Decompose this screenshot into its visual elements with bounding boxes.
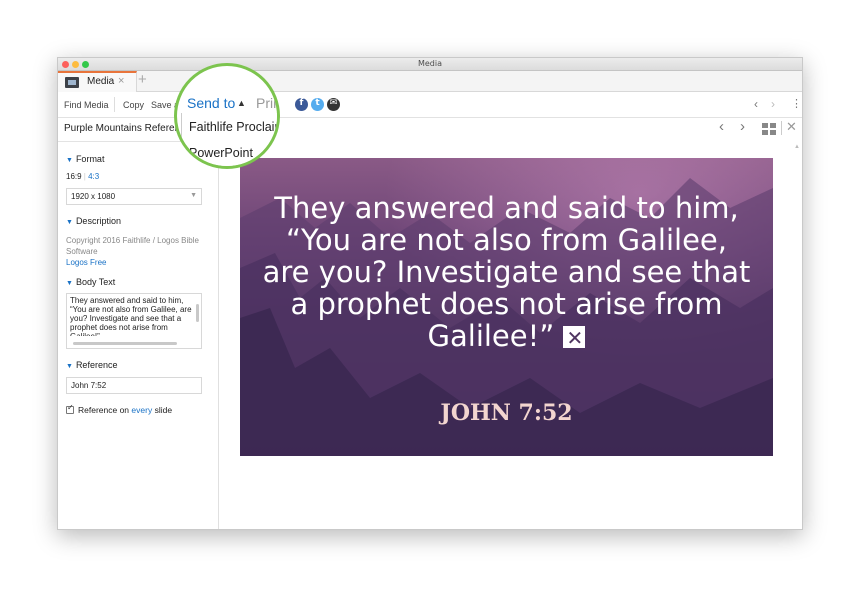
find-media-button[interactable]: Find Media [64, 100, 109, 110]
format-section-toggle[interactable]: ▼ Format [66, 154, 104, 164]
reference-input[interactable]: John 7:52 [66, 377, 202, 394]
toolbar-divider [114, 97, 115, 112]
grid-view-icon[interactable] [762, 123, 777, 136]
reference-every-slide-checkbox[interactable] [66, 403, 74, 414]
add-tab-button[interactable]: + [138, 71, 147, 88]
reference-heading: Reference [75, 360, 118, 370]
reference-section-toggle[interactable]: ▼ Reference [66, 360, 117, 370]
title-bar: Media [58, 58, 802, 71]
divider [781, 121, 782, 135]
sidebar: Purple Mountains Reference ▼ Format 16:9 … [58, 118, 219, 529]
caret-up-icon: ▲ [237, 98, 246, 108]
tab-media[interactable]: Media × [58, 71, 137, 92]
facebook-icon[interactable]: f [295, 98, 308, 111]
slide-body-text: They answered and said to him, “You are … [260, 191, 753, 354]
disclosure-triangle-icon: ▼ [66, 363, 73, 370]
close-panel-icon[interactable]: ✕ [786, 119, 797, 135]
vertical-scrollbar[interactable] [196, 304, 199, 322]
tab-bar: Media × + [58, 71, 802, 92]
tab-close-icon[interactable]: × [118, 75, 124, 87]
print-button[interactable]: Print [256, 95, 277, 111]
resolution-select[interactable]: 1920 x 1080 ▼ [66, 188, 202, 205]
reference-every-slide-label: Reference on every slide [78, 405, 172, 415]
disclosure-triangle-icon: ▼ [66, 280, 73, 287]
disclosure-triangle-icon: ▼ [66, 157, 73, 164]
slide-preview[interactable]: They answered and said to him, “You are … [240, 158, 773, 456]
description-section-toggle[interactable]: ▼ Description [66, 216, 121, 226]
copyright-text: Copyright 2016 Faithlife / Logos Bible S… [66, 236, 199, 256]
slide-reference: JOHN 7:52 [440, 400, 573, 426]
description-heading: Description [75, 216, 121, 226]
send-to-button[interactable]: Send to [187, 95, 235, 111]
body-text-section-toggle[interactable]: ▼ Body Text [66, 277, 115, 287]
body-text-heading: Body Text [75, 277, 116, 287]
horizontal-scrollbar[interactable] [73, 342, 177, 345]
menu-item-faithlife-proclaim[interactable]: Faithlife Proclaim [189, 120, 277, 134]
reference-value: John 7:52 [71, 381, 107, 390]
format-heading: Format [75, 154, 105, 164]
forward-icon[interactable]: › [771, 97, 775, 111]
body-text-value: They answered and said to him, “You are … [70, 296, 192, 336]
previous-slide-icon[interactable]: ‹ [719, 118, 724, 135]
logos-free-link[interactable]: Logos Free [66, 258, 106, 267]
toolbar: Find Media Copy Save a ‹ › ⋮ [58, 92, 802, 118]
aspect-ratio-options: 16:9 | 4:3 [66, 172, 100, 181]
send-to-magnifier: Send to ▲ Print Faithlife Proclaim Power… [174, 63, 280, 169]
media-window: Media Media × + Find Media Copy Save a ‹… [57, 57, 803, 530]
magnified-area: Send to ▲ Print Faithlife Proclaim Power… [177, 66, 277, 166]
ratio-16-9[interactable]: 16:9 [66, 172, 82, 181]
disclosure-triangle-icon: ▼ [66, 219, 73, 226]
slide-text-content: They answered and said to him, “You are … [262, 191, 751, 353]
chevron-down-icon: ▼ [190, 192, 197, 199]
next-slide-icon[interactable]: › [740, 118, 745, 135]
tab-label: Media [87, 76, 115, 87]
ratio-4-3-link[interactable]: 4:3 [88, 172, 99, 181]
body-text-input[interactable]: They answered and said to him, “You are … [66, 293, 202, 349]
label-highlight: every [131, 405, 153, 415]
back-icon[interactable]: ‹ [754, 97, 758, 111]
resolution-value: 1920 x 1080 [71, 192, 116, 201]
copy-button[interactable]: Copy [123, 100, 144, 110]
email-icon[interactable]: ✉ [327, 98, 340, 111]
twitter-icon[interactable]: t [311, 98, 324, 111]
scroll-up-icon[interactable]: ▲ [794, 144, 800, 150]
label-suffix: slide [152, 405, 173, 415]
preview-area: ‹ › ✕ ▲ They answered and said to him, “… [219, 118, 802, 529]
window-title: Media [417, 59, 443, 68]
remove-text-icon[interactable] [563, 322, 586, 354]
more-options-icon[interactable]: ⋮ [791, 97, 802, 110]
menu-item-powerpoint[interactable]: PowerPoint [189, 146, 253, 160]
label-prefix: Reference on [78, 405, 132, 415]
media-icon [65, 77, 79, 88]
